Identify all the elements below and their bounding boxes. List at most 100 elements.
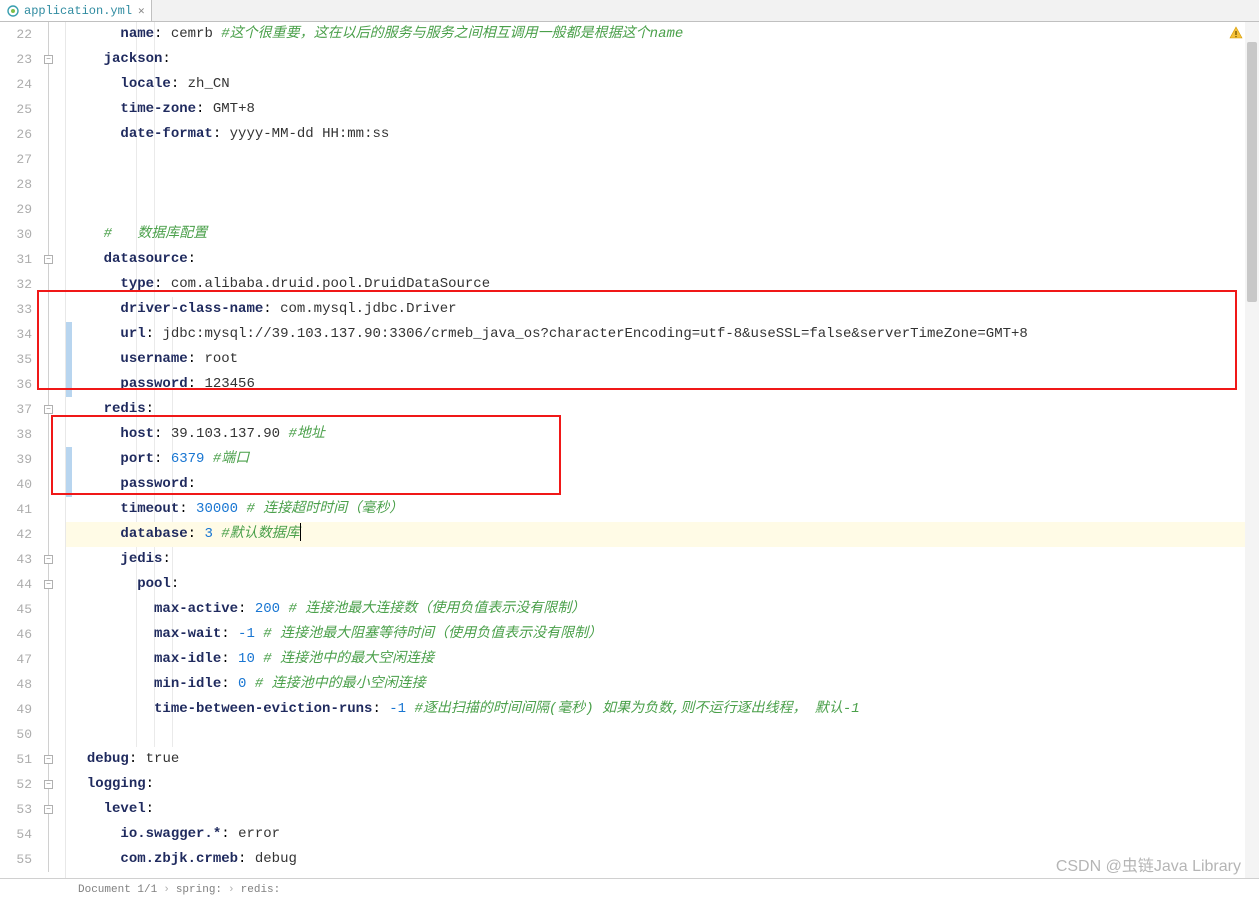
line-number: 47 [0,647,32,672]
fold-cell [40,197,65,222]
line-number: 44 [0,572,32,597]
fold-toggle-icon[interactable]: − [44,780,53,789]
code-line[interactable]: date-format: yyyy-MM-dd HH:mm:ss [66,122,1259,147]
line-number: 32 [0,272,32,297]
fold-cell [40,122,65,147]
code-line[interactable]: type: com.alibaba.druid.pool.DruidDataSo… [66,272,1259,297]
line-number: 43 [0,547,32,572]
code-line[interactable]: io.swagger.*: error [66,822,1259,847]
code-line[interactable]: password: 123456 [66,372,1259,397]
code-line[interactable]: com.zbjk.crmeb: debug [66,847,1259,872]
fold-cell [40,597,65,622]
fold-toggle-icon[interactable]: − [44,580,53,589]
fold-toggle-icon[interactable]: − [44,805,53,814]
code-area[interactable]: name: cemrb #这个很重要，这在以后的服务与服务之间相互调用一般都是根… [66,22,1259,878]
fold-cell [40,422,65,447]
code-line[interactable]: time-zone: GMT+8 [66,97,1259,122]
line-number: 34 [0,322,32,347]
line-number: 55 [0,847,32,872]
fold-cell [40,322,65,347]
code-line[interactable]: redis: [66,397,1259,422]
line-number: 22 [0,22,32,47]
breadcrumb[interactable]: spring: [176,884,222,896]
code-line[interactable] [66,172,1259,197]
fold-cell [40,222,65,247]
fold-cell: − [40,797,65,822]
vertical-scrollbar[interactable] [1245,22,1259,878]
scrollbar-thumb[interactable] [1247,42,1257,302]
fold-cell [40,847,65,872]
file-tab[interactable]: application.yml ✕ [0,0,152,21]
code-line[interactable]: port: 6379 #端口 [66,447,1259,472]
code-line[interactable]: password: [66,472,1259,497]
line-number: 31 [0,247,32,272]
fold-cell [40,272,65,297]
fold-cell [40,522,65,547]
chevron-right-icon: › [163,884,170,896]
status-bar: Document 1/1 › spring: › redis: [0,878,1259,900]
line-number: 29 [0,197,32,222]
code-line[interactable]: max-active: 200 # 连接池最大连接数（使用负值表示没有限制） [66,597,1259,622]
line-number: 50 [0,722,32,747]
fold-cell [40,97,65,122]
fold-toggle-icon[interactable]: − [44,555,53,564]
code-line[interactable]: max-wait: -1 # 连接池最大阻塞等待时间（使用负值表示没有限制） [66,622,1259,647]
line-number: 45 [0,597,32,622]
code-line[interactable]: host: 39.103.137.90 #地址 [66,422,1259,447]
line-number: 33 [0,297,32,322]
fold-cell: − [40,397,65,422]
line-number: 36 [0,372,32,397]
code-line[interactable]: jedis: [66,547,1259,572]
code-line[interactable]: driver-class-name: com.mysql.jdbc.Driver [66,297,1259,322]
code-line[interactable]: pool: [66,572,1259,597]
fold-cell [40,347,65,372]
fold-cell [40,297,65,322]
code-line[interactable]: min-idle: 0 # 连接池中的最小空闲连接 [66,672,1259,697]
yaml-file-icon [6,4,20,18]
fold-cell [40,822,65,847]
fold-cell [40,697,65,722]
code-line[interactable]: max-idle: 10 # 连接池中的最大空闲连接 [66,647,1259,672]
code-line[interactable] [66,147,1259,172]
fold-cell [40,647,65,672]
code-line[interactable] [66,722,1259,747]
fold-cell [40,72,65,97]
fold-cell: − [40,772,65,797]
code-line[interactable]: logging: [66,772,1259,797]
fold-toggle-icon[interactable]: − [44,755,53,764]
fold-toggle-icon[interactable]: − [44,55,53,64]
line-number: 25 [0,97,32,122]
editor[interactable]: 2223242526272829303132333435363738394041… [0,22,1259,878]
line-number: 27 [0,147,32,172]
fold-cell: − [40,747,65,772]
code-line[interactable]: name: cemrb #这个很重要，这在以后的服务与服务之间相互调用一般都是根… [66,22,1259,47]
code-line[interactable]: debug: true [66,747,1259,772]
code-line[interactable]: # 数据库配置 [66,222,1259,247]
fold-gutter[interactable]: − − − − − − − − [40,22,66,878]
line-number: 42 [0,522,32,547]
code-line[interactable]: timeout: 30000 # 连接超时时间（毫秒） [66,497,1259,522]
breadcrumb[interactable]: redis: [241,884,281,896]
fold-toggle-icon[interactable]: − [44,255,53,264]
line-number: 37 [0,397,32,422]
code-line[interactable]: database: 3 #默认数据库 [66,522,1259,547]
code-line[interactable]: locale: zh_CN [66,72,1259,97]
code-line[interactable]: level: [66,797,1259,822]
fold-cell [40,722,65,747]
fold-toggle-icon[interactable]: − [44,405,53,414]
code-line[interactable] [66,197,1259,222]
close-icon[interactable]: ✕ [138,4,145,18]
line-number: 53 [0,797,32,822]
fold-cell [40,372,65,397]
code-line[interactable]: datasource: [66,247,1259,272]
tab-bar: application.yml ✕ [0,0,1259,22]
code-line[interactable]: time-between-eviction-runs: -1 #逐出扫描的时间间… [66,697,1259,722]
line-number: 52 [0,772,32,797]
code-line[interactable]: url: jdbc:mysql://39.103.137.90:3306/crm… [66,322,1259,347]
line-number: 23 [0,47,32,72]
fold-cell [40,22,65,47]
line-number: 49 [0,697,32,722]
code-line[interactable]: username: root [66,347,1259,372]
fold-cell [40,447,65,472]
code-line[interactable]: jackson: [66,47,1259,72]
